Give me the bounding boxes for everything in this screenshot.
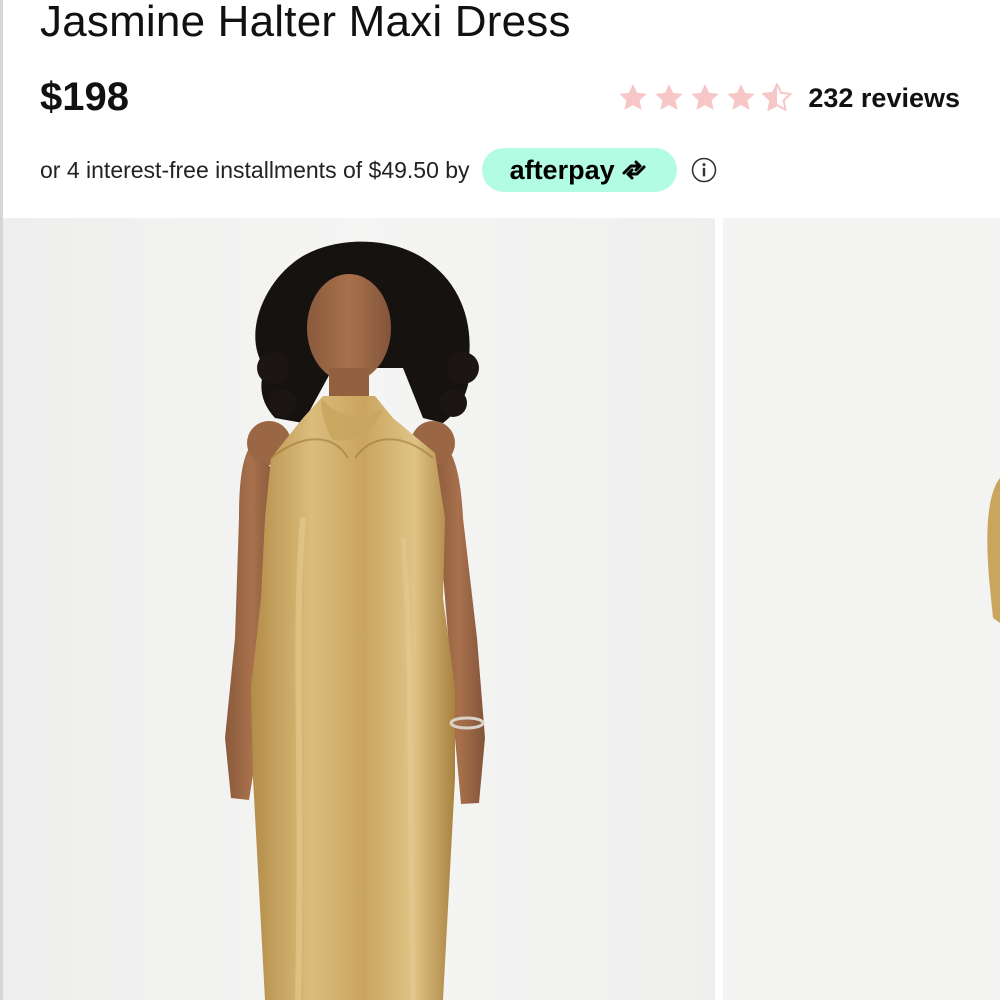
afterpay-installments: or 4 interest-free installments of $49.5… [40,146,717,194]
star-full-icon [655,84,684,110]
product-image-main[interactable] [3,218,715,1000]
product-rating[interactable]: 232 reviews [616,76,960,120]
product-image-gallery[interactable] [3,218,1000,1000]
model-in-gold-dress-image [3,218,715,1000]
product-title: Jasmine Halter Maxi Dress [40,0,571,46]
product-image-next[interactable] [723,218,1000,1000]
star-full-icon [619,84,648,110]
star-full-icon [691,84,720,110]
rating-stars [616,81,794,115]
afterpay-badge[interactable]: afterpay [481,148,677,192]
star-half-icon [762,83,793,111]
afterpay-arrows-icon [622,160,646,180]
product-price: $198 [40,75,129,119]
afterpay-wordmark: afterpay [509,154,615,185]
info-circle-icon[interactable] [691,157,717,183]
product-detail-page: Jasmine Halter Maxi Dress $198 232 revie… [0,0,1000,1000]
star-full-icon [727,84,756,110]
model-in-gold-dress-partial-image [723,218,1000,1000]
review-count-link[interactable]: 232 reviews [808,83,960,114]
installments-text: or 4 interest-free installments of $49.5… [40,156,470,183]
